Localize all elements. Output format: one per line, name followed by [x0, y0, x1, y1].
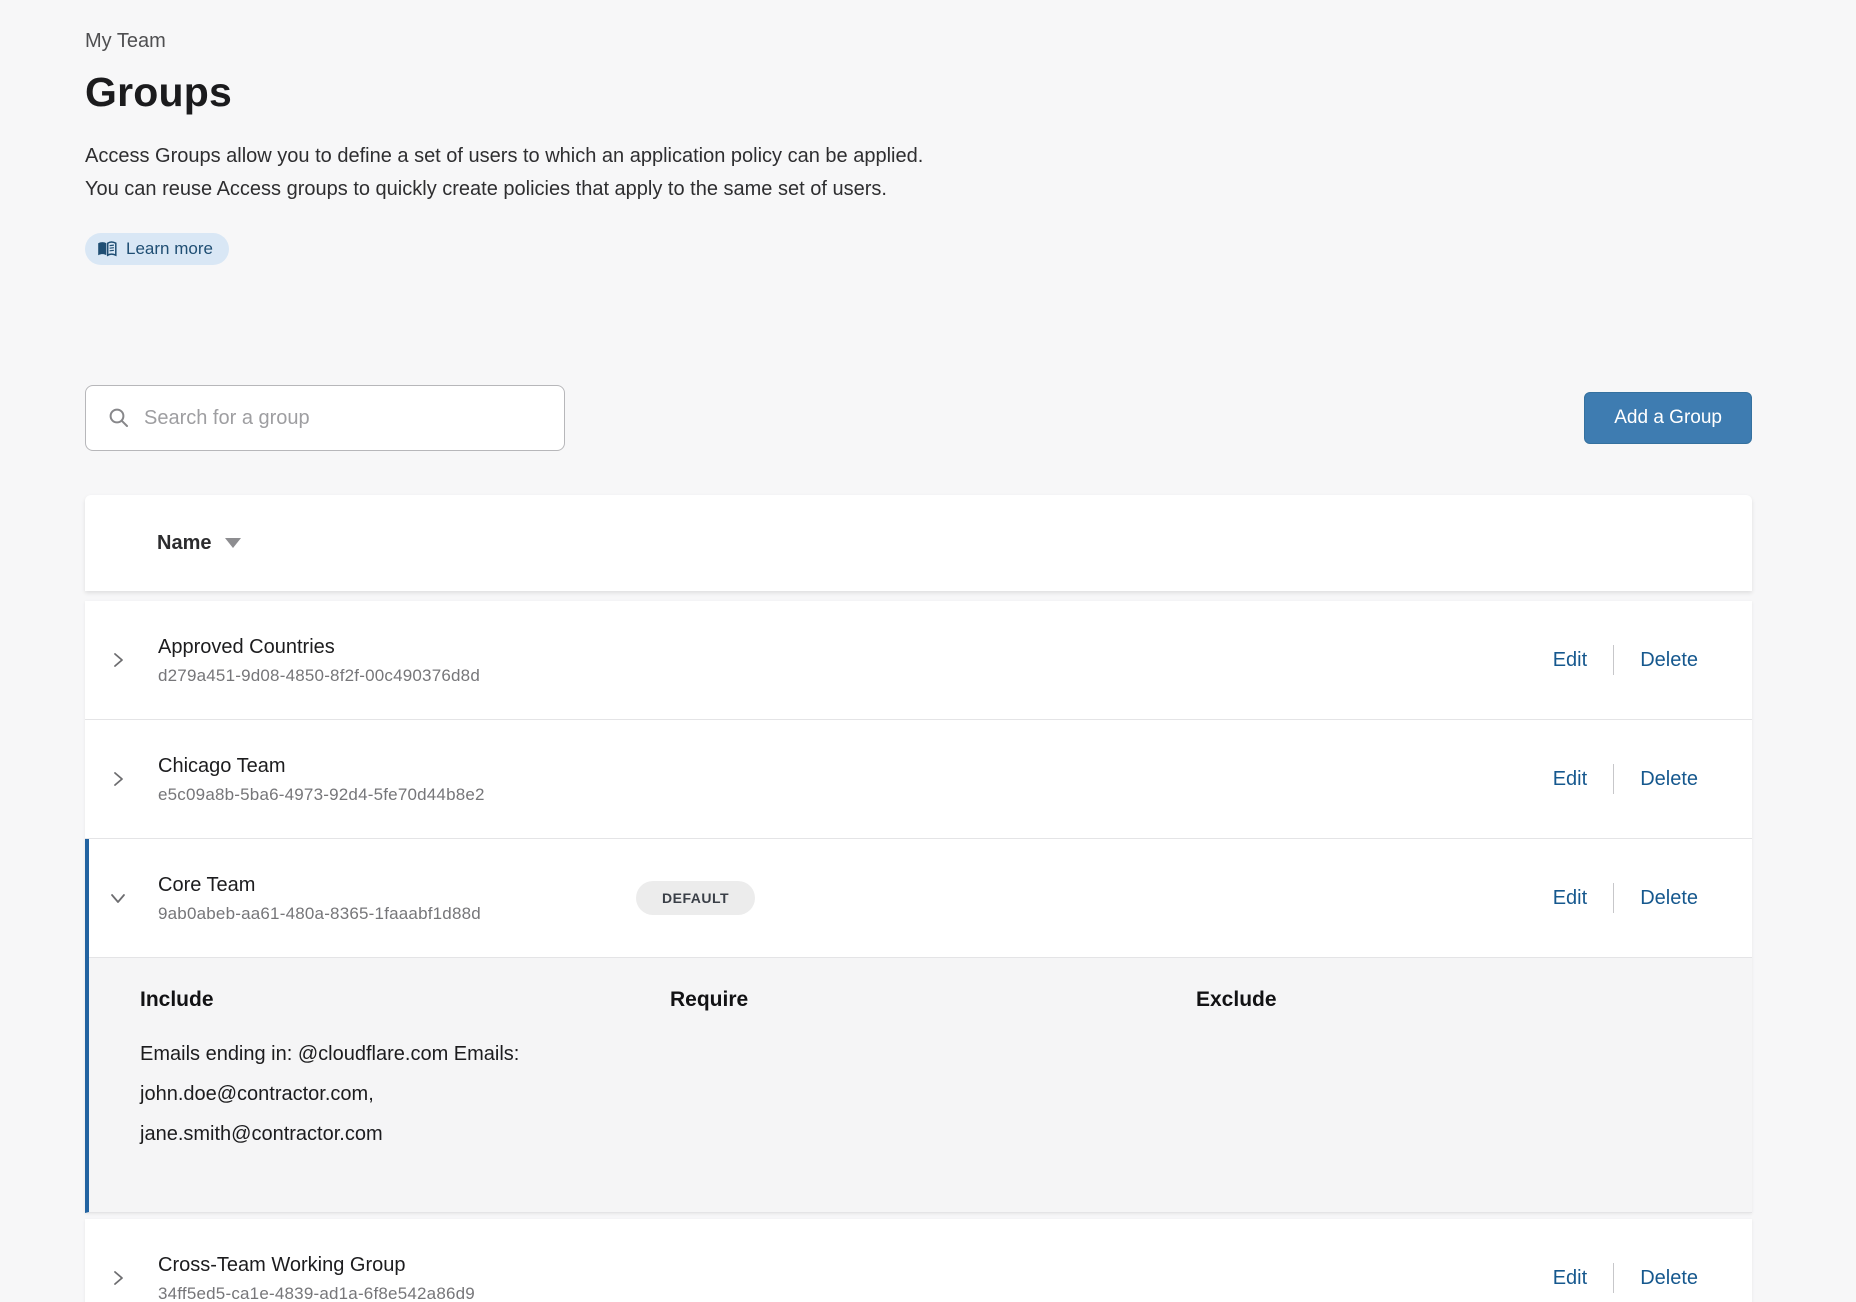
edit-link[interactable]: Edit	[1553, 768, 1587, 791]
learn-more-label: Learn more	[126, 239, 213, 259]
expand-toggle[interactable]	[105, 647, 131, 673]
include-rules: Emails ending in: @cloudflare.com Emails…	[140, 1034, 670, 1154]
delete-link[interactable]: Delete	[1640, 768, 1698, 791]
description-line-2: You can reuse Access groups to quickly c…	[85, 173, 1752, 206]
group-name: Chicago Team	[158, 754, 618, 778]
group-row-cross-team-working-group: Cross-Team Working Group 34ff5ed5-ca1e-4…	[85, 1219, 1752, 1302]
row-actions: Edit Delete	[1553, 764, 1752, 794]
group-id: e5c09a8b-5ba6-4973-92d4-5fe70d44b8e2	[158, 785, 618, 805]
require-header: Require	[670, 988, 1196, 1012]
expand-toggle[interactable]	[105, 1265, 131, 1291]
group-id: 34ff5ed5-ca1e-4839-ad1a-6f8e542a86d9	[158, 1284, 618, 1302]
expand-toggle[interactable]	[105, 766, 131, 792]
groups-table: Name Approved Countries d279a451-9d08-48…	[85, 495, 1752, 1302]
include-rule: Emails ending in: @cloudflare.com	[140, 1043, 448, 1065]
include-column: Include Emails ending in: @cloudflare.co…	[140, 988, 670, 1154]
edit-link[interactable]: Edit	[1553, 887, 1587, 910]
learn-more-button[interactable]: Learn more	[85, 233, 229, 265]
search-input[interactable]	[85, 385, 565, 451]
action-divider	[1613, 1263, 1614, 1293]
chevron-right-icon	[109, 768, 127, 790]
name-block: Core Team 9ab0abeb-aa61-480a-8365-1faaab…	[158, 873, 618, 924]
group-id: d279a451-9d08-4850-8f2f-00c490376d8d	[158, 666, 618, 686]
group-row-approved-countries: Approved Countries d279a451-9d08-4850-8f…	[85, 601, 1752, 720]
breadcrumb: My Team	[85, 0, 1752, 53]
action-divider	[1613, 645, 1614, 675]
name-block: Approved Countries d279a451-9d08-4850-8f…	[158, 635, 618, 686]
require-column: Require	[670, 988, 1196, 1154]
group-row: Chicago Team e5c09a8b-5ba6-4973-92d4-5fe…	[85, 720, 1752, 838]
include-header: Include	[140, 988, 670, 1012]
chevron-right-icon	[109, 649, 127, 671]
group-row: Cross-Team Working Group 34ff5ed5-ca1e-4…	[85, 1219, 1752, 1302]
group-row-chicago-team: Chicago Team e5c09a8b-5ba6-4973-92d4-5fe…	[85, 720, 1752, 839]
triangle-down-icon	[225, 538, 241, 548]
collapse-toggle[interactable]	[105, 885, 131, 911]
delete-link[interactable]: Delete	[1640, 887, 1698, 910]
group-details-panel: Include Emails ending in: @cloudflare.co…	[89, 957, 1752, 1212]
exclude-column: Exclude	[1196, 988, 1752, 1154]
name-header-label: Name	[157, 532, 211, 555]
row-actions: Edit Delete	[1553, 645, 1752, 675]
group-name: Approved Countries	[158, 635, 618, 659]
add-group-button[interactable]: Add a Group	[1584, 392, 1752, 444]
group-row: Approved Countries d279a451-9d08-4850-8f…	[85, 601, 1752, 719]
name-block: Cross-Team Working Group 34ff5ed5-ca1e-4…	[158, 1253, 618, 1302]
group-name: Cross-Team Working Group	[158, 1253, 618, 1277]
row-actions: Edit Delete	[1553, 1263, 1752, 1293]
table-header: Name	[85, 495, 1752, 591]
edit-link[interactable]: Edit	[1553, 1267, 1587, 1290]
action-divider	[1613, 883, 1614, 913]
chevron-down-icon	[107, 889, 129, 907]
name-block: Chicago Team e5c09a8b-5ba6-4973-92d4-5fe…	[158, 754, 618, 805]
delete-link[interactable]: Delete	[1640, 1267, 1698, 1290]
group-row-core-team-expanded: Core Team 9ab0abeb-aa61-480a-8365-1faaab…	[85, 839, 1752, 1213]
book-icon	[97, 241, 117, 257]
page-description: Access Groups allow you to define a set …	[85, 140, 1752, 206]
group-row: Core Team 9ab0abeb-aa61-480a-8365-1faaab…	[89, 839, 1752, 957]
page-title: Groups	[85, 69, 1752, 116]
column-header-name[interactable]: Name	[157, 532, 241, 555]
action-divider	[1613, 764, 1614, 794]
row-actions: Edit Delete	[1553, 883, 1752, 913]
group-rows: Approved Countries d279a451-9d08-4850-8f…	[85, 601, 1752, 1213]
group-name: Core Team	[158, 873, 618, 897]
search-wrap	[85, 385, 565, 451]
toolbar: Add a Group	[85, 385, 1752, 451]
edit-link[interactable]: Edit	[1553, 649, 1587, 672]
default-badge: DEFAULT	[636, 881, 755, 915]
delete-link[interactable]: Delete	[1640, 649, 1698, 672]
exclude-header: Exclude	[1196, 988, 1752, 1012]
main-content: My Team Groups Access Groups allow you t…	[85, 0, 1752, 1302]
group-id: 9ab0abeb-aa61-480a-8365-1faaabf1d88d	[158, 904, 618, 924]
chevron-right-icon	[109, 1267, 127, 1289]
description-line-1: Access Groups allow you to define a set …	[85, 140, 1752, 173]
